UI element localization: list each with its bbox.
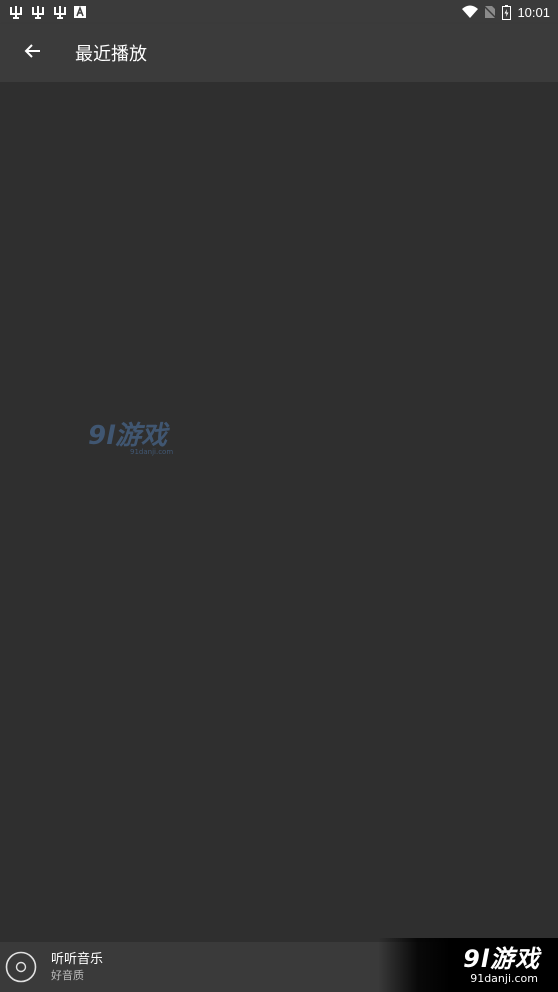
watermark-logo: 9l游戏 91danji.com bbox=[86, 418, 186, 458]
corner-logo-text: 9l游戏 bbox=[463, 944, 540, 973]
bug-icon bbox=[30, 4, 46, 20]
corner-domain-text: 91danji.com bbox=[470, 971, 538, 985]
status-time: 10:01 bbox=[517, 4, 550, 20]
back-button[interactable] bbox=[15, 35, 51, 71]
app-bar: 最近播放 bbox=[0, 24, 558, 82]
recent-list-empty bbox=[0, 82, 558, 942]
player-subtitle: 好音质 bbox=[51, 969, 84, 982]
arrow-left-icon bbox=[24, 42, 42, 64]
player-title: 听听音乐 bbox=[51, 952, 104, 967]
disc-icon bbox=[5, 951, 37, 983]
status-right: 10:01 bbox=[462, 4, 550, 20]
status-left bbox=[8, 4, 86, 20]
a-letter-icon bbox=[74, 6, 86, 18]
wifi-icon bbox=[462, 5, 479, 19]
watermark-domain-text: 91danji.com bbox=[130, 448, 173, 456]
battery-icon bbox=[502, 4, 512, 20]
page-title: 最近播放 bbox=[75, 44, 147, 65]
player-text: 听听音乐 好音质 bbox=[51, 951, 103, 983]
screen: 10:01 最近播放 9l游戏 91danji.com 听听音乐 好音质 9l游… bbox=[0, 0, 558, 992]
watermark-logo-text: 9l游戏 bbox=[88, 421, 170, 451]
status-bar: 10:01 bbox=[0, 0, 558, 24]
bug-icon bbox=[52, 4, 68, 20]
bug-icon bbox=[8, 4, 24, 20]
no-sim-icon bbox=[484, 5, 497, 19]
watermark-corner: 9l游戏 91danji.com bbox=[378, 938, 558, 992]
